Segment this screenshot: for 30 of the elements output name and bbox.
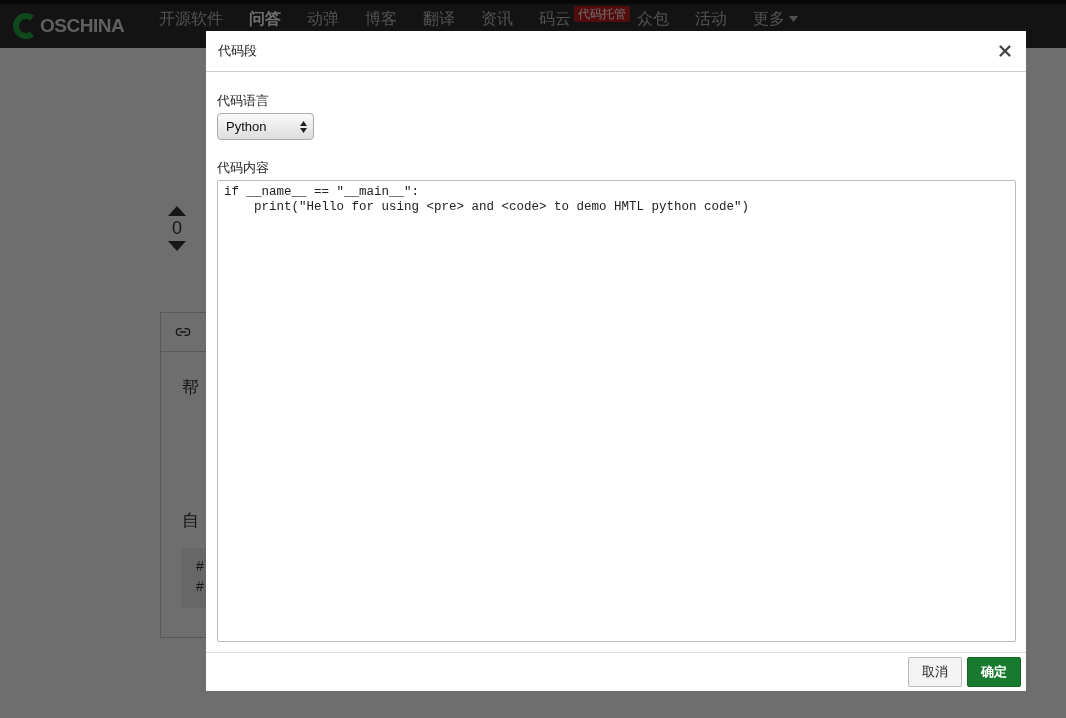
upvote-icon[interactable] [168, 206, 186, 216]
field-label: 代码内容 [217, 159, 270, 177]
vote-count: 0 [172, 218, 182, 239]
cancel-button[interactable]: 取消 [908, 657, 962, 687]
nav-link[interactable]: 问答 [249, 10, 282, 28]
badge: 代码托管 [574, 6, 631, 22]
nav-link[interactable]: 翻译 [423, 10, 456, 28]
code-line: # [196, 578, 205, 594]
nav-link[interactable]: 开源软件 [159, 10, 224, 28]
close-icon [996, 42, 1014, 60]
nav-link[interactable]: 动弹 [307, 10, 340, 28]
updown-icon [300, 120, 307, 133]
logo-text: OSCHINA [40, 15, 125, 37]
confirm-button[interactable]: 确定 [967, 657, 1021, 687]
language-select[interactable]: Python [217, 113, 314, 140]
nav-link[interactable]: 活动 [695, 10, 728, 28]
downvote-icon[interactable] [168, 241, 186, 251]
nav-link[interactable]: 资讯 [481, 10, 514, 28]
dialog-title: 代码段 [218, 42, 257, 60]
nav-link[interactable]: 更多 [753, 10, 799, 28]
code-line: # [196, 558, 205, 574]
panel-text: 自 [182, 510, 199, 532]
panel-text: 帮 [182, 377, 199, 399]
logo-icon [12, 13, 36, 39]
close-button[interactable] [996, 42, 1014, 60]
nav-link[interactable]: 博客 [365, 10, 398, 28]
nav-link[interactable]: 众包 [637, 10, 670, 28]
field-label: 代码语言 [217, 92, 270, 110]
nav-link[interactable]: 码云 [539, 10, 572, 28]
code-input[interactable]: if __name__ == "__main__": print("Hello for using <pre> and <code> to demo HMTL python code") [217, 180, 1016, 642]
